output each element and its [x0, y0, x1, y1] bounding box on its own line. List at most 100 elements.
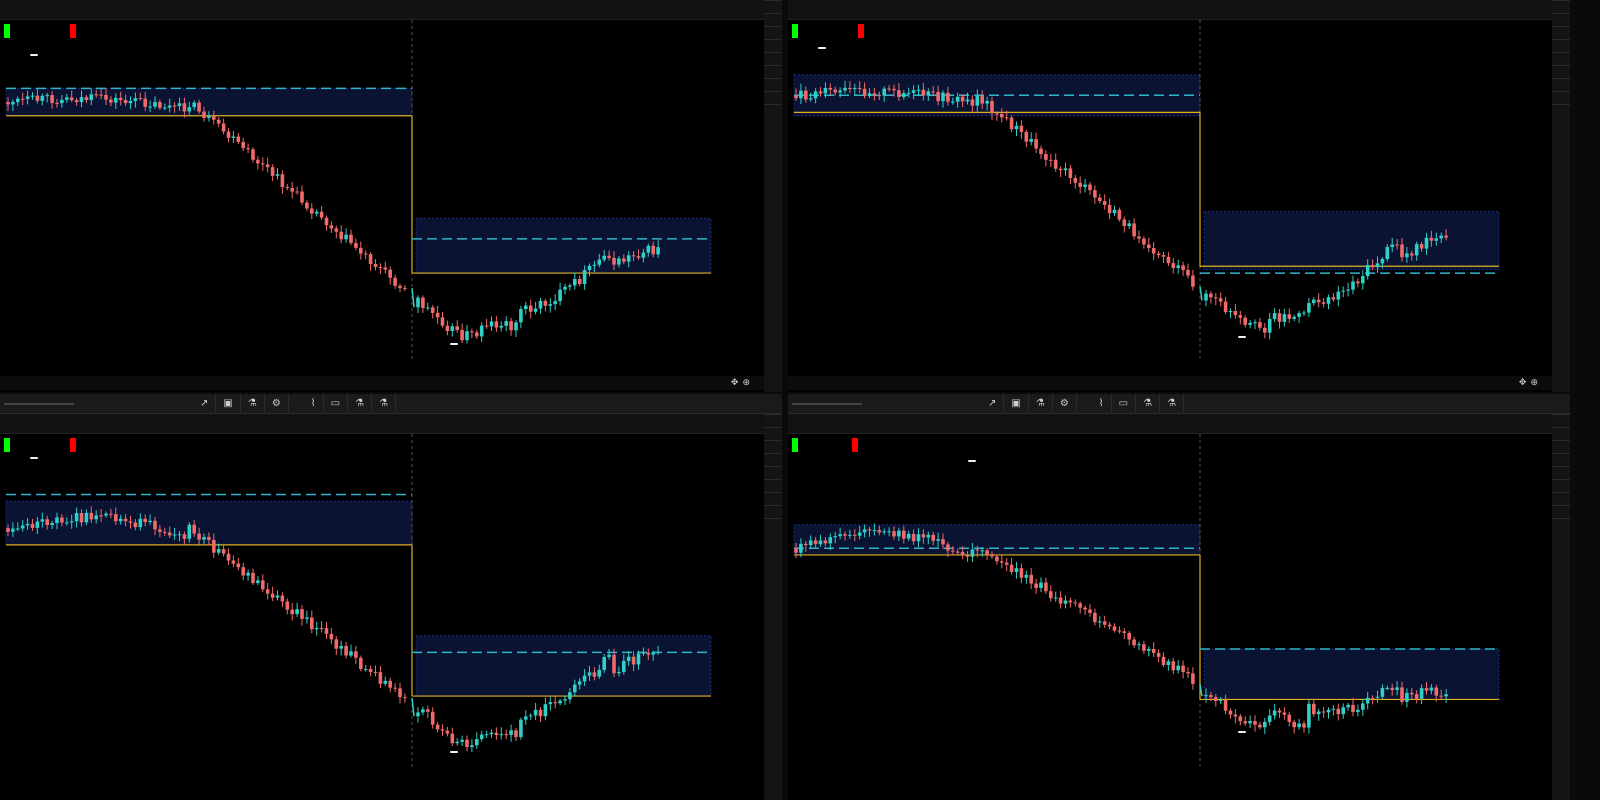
- candle: [319, 627, 324, 629]
- sidebar-tab[interactable]: [764, 13, 782, 26]
- sidebar-tab[interactable]: [1552, 104, 1570, 117]
- candle: [55, 517, 59, 524]
- candle: [25, 96, 30, 99]
- pan-icon[interactable]: ✥: [1519, 378, 1527, 388]
- sidebar-tab[interactable]: [764, 427, 782, 440]
- sidebar-tab[interactable]: [1552, 466, 1570, 479]
- candle: [1014, 568, 1019, 572]
- candle: [1107, 624, 1112, 627]
- chart-pane-ym[interactable]: ↗ ▣ ⚗ ⚙ ⌇ ▭ ⚗ ⚗: [788, 394, 1570, 800]
- candle: [1312, 299, 1316, 304]
- sidebar-tab[interactable]: [1552, 427, 1570, 440]
- sidebar-tab[interactable]: [764, 414, 782, 427]
- candle: [445, 730, 450, 734]
- candle: [290, 188, 294, 192]
- price-chart[interactable]: [0, 394, 782, 800]
- candle: [804, 543, 808, 546]
- sidebar-tab[interactable]: [764, 453, 782, 466]
- gap-line: [411, 697, 415, 717]
- candle: [479, 734, 484, 740]
- sidebar-tab[interactable]: [764, 518, 782, 531]
- candle: [936, 539, 940, 541]
- candle: [514, 322, 518, 331]
- candle: [1228, 310, 1233, 313]
- candle: [636, 256, 641, 258]
- candle: [1223, 700, 1228, 711]
- candle: [1204, 293, 1208, 301]
- candle: [1019, 568, 1024, 578]
- sidebar-tab[interactable]: [1552, 91, 1570, 104]
- candle: [74, 100, 79, 103]
- sidebar-tab[interactable]: [764, 26, 782, 39]
- candle: [975, 96, 980, 106]
- sidebar-tab[interactable]: [1552, 505, 1570, 518]
- candle: [241, 567, 245, 576]
- price-chart[interactable]: [0, 0, 782, 392]
- sidebar-tab[interactable]: [764, 505, 782, 518]
- candle: [426, 307, 430, 309]
- sidebar-tab[interactable]: [764, 78, 782, 91]
- candle: [1063, 168, 1068, 171]
- candle: [378, 267, 383, 269]
- price-chart[interactable]: [788, 0, 1570, 392]
- candle: [251, 149, 255, 160]
- sidebar-tab[interactable]: [1552, 0, 1570, 13]
- zoom-icon[interactable]: ⊕: [1530, 378, 1538, 388]
- sidebar-tab[interactable]: [1552, 479, 1570, 492]
- candle: [65, 97, 69, 100]
- sidebar-tab[interactable]: [1552, 518, 1570, 531]
- zoom-icon[interactable]: ⊕: [742, 378, 750, 388]
- sidebar-tab[interactable]: [764, 466, 782, 479]
- sidebar-tab[interactable]: [1552, 52, 1570, 65]
- candle: [1253, 721, 1257, 725]
- candle: [1058, 597, 1063, 604]
- candle: [256, 159, 260, 164]
- price-chart[interactable]: [788, 394, 1570, 800]
- candle: [980, 550, 984, 552]
- sidebar-tab[interactable]: [1552, 414, 1570, 427]
- sidebar-tab[interactable]: [764, 104, 782, 117]
- candle: [1395, 687, 1399, 690]
- candle: [479, 325, 484, 337]
- candle: [30, 95, 35, 97]
- sidebar-tab[interactable]: [1552, 13, 1570, 26]
- candle: [212, 115, 216, 120]
- sidebar-tab[interactable]: [1552, 78, 1570, 91]
- candle: [1078, 182, 1082, 187]
- sidebar-tab[interactable]: [764, 479, 782, 492]
- candle: [1004, 117, 1009, 119]
- sidebar-tab[interactable]: [764, 52, 782, 65]
- sidebar-tab[interactable]: [1552, 453, 1570, 466]
- sidebar-tab[interactable]: [1552, 440, 1570, 453]
- sidebar-tab[interactable]: [1552, 39, 1570, 52]
- candle: [1336, 708, 1341, 715]
- candle: [246, 572, 250, 576]
- candle: [270, 593, 275, 598]
- chart-pane-es[interactable]: ✥ ⊕: [0, 0, 782, 392]
- candle: [118, 518, 123, 522]
- candle: [1238, 716, 1243, 722]
- candle: [1073, 602, 1078, 604]
- candle: [50, 95, 54, 103]
- sidebar-tab[interactable]: [1552, 492, 1570, 505]
- candle: [84, 512, 89, 523]
- sidebar-tab[interactable]: [764, 492, 782, 505]
- sidebar-tab[interactable]: [764, 65, 782, 78]
- candle: [11, 528, 15, 532]
- candle: [577, 278, 582, 284]
- chart-pane-rty[interactable]: ✥ ⊕: [788, 0, 1570, 392]
- chart-pane-nq[interactable]: ↗ ▣ ⚗ ⚙ ⌇ ▭ ⚗ ⚗: [0, 394, 782, 800]
- candle: [440, 729, 445, 731]
- sidebar-tab[interactable]: [764, 0, 782, 13]
- sidebar-tab[interactable]: [764, 440, 782, 453]
- pan-icon[interactable]: ✥: [731, 378, 739, 388]
- candle: [906, 533, 911, 539]
- candle: [231, 560, 236, 564]
- sidebar-tab[interactable]: [764, 91, 782, 104]
- sidebar-tab[interactable]: [1552, 65, 1570, 78]
- candle: [445, 325, 450, 332]
- sidebar-tab[interactable]: [1552, 26, 1570, 39]
- sidebar-tab[interactable]: [764, 39, 782, 52]
- candle: [651, 245, 655, 255]
- candle: [1044, 154, 1048, 160]
